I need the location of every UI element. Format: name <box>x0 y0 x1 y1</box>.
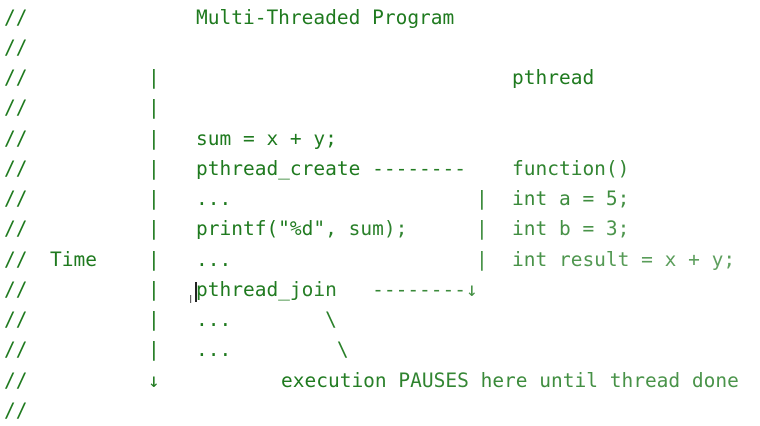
main-code: sum = x + y; <box>196 127 337 150</box>
main-code: pthread_create -------- <box>196 157 467 180</box>
comment-marker: // <box>4 369 28 392</box>
code-line-14: // <box>0 396 760 426</box>
thread-code: int a = 5; <box>512 187 630 210</box>
code-line-1: // Multi-Threaded Program <box>0 3 760 33</box>
time-axis-bar: | <box>148 248 160 271</box>
ibeam-pointer-icon: I <box>189 293 193 306</box>
program-title: Multi-Threaded Program <box>196 6 455 29</box>
connector-bar: | <box>476 187 488 210</box>
time-label: Time <box>50 248 97 271</box>
main-code: ... <box>196 248 232 271</box>
main-code: ... \ <box>196 338 349 361</box>
main-code: ... <box>196 187 232 210</box>
time-axis-bar: | <box>148 217 160 240</box>
time-axis-bar: | <box>148 308 160 331</box>
time-axis-bar: | <box>148 338 160 361</box>
time-axis-bar: | <box>148 66 160 89</box>
pthread-heading: pthread <box>512 66 595 89</box>
comment-marker: // <box>4 96 28 119</box>
code-line-4: // | <box>0 93 760 123</box>
comment-marker: // <box>4 338 28 361</box>
comment-marker: // <box>4 66 28 89</box>
comment-marker: // <box>4 6 28 29</box>
code-line-10: // | pthread_join --------↓ <box>0 275 760 305</box>
time-axis-bar: | <box>148 127 160 150</box>
comment-marker: // <box>4 217 28 240</box>
main-code: pthread_join --------↓ <box>196 278 478 301</box>
main-code: ... \ <box>196 308 337 331</box>
time-axis-bar: | <box>148 96 160 119</box>
code-line-8: // | printf("%d", sum); | int b = 3; <box>0 214 760 244</box>
comment-marker: // <box>4 399 28 422</box>
comment-marker: // <box>4 157 28 180</box>
comment-marker: // <box>4 278 28 301</box>
comment-marker: // <box>4 127 28 150</box>
code-line-6: // | pthread_create -------- function() <box>0 154 760 184</box>
connector-bar: | <box>476 217 488 240</box>
comment-marker: // <box>4 187 28 210</box>
thread-code: int b = 3; <box>512 217 630 240</box>
main-code: printf("%d", sum); <box>196 217 408 240</box>
code-line-11: // | ... \ <box>0 305 760 335</box>
comment-marker: // <box>4 308 28 331</box>
time-axis-bar: | <box>148 187 160 210</box>
comment-marker: // <box>4 248 28 271</box>
time-axis-arrow: ↓ <box>148 369 160 392</box>
time-axis-bar: | <box>148 157 160 180</box>
code-line-13: // ↓ execution PAUSES here until thread … <box>0 366 760 396</box>
code-line-2: // <box>0 33 760 63</box>
code-line-7: // | ... | int a = 5; <box>0 184 760 214</box>
code-line-5: // | sum = x + y; <box>0 124 760 154</box>
pause-note: execution PAUSES here until thread done <box>281 369 739 392</box>
thread-code: int result = x + y; <box>512 248 736 271</box>
code-line-9: // Time | ... | int result = x + y; <box>0 245 760 275</box>
comment-marker: // <box>4 36 28 59</box>
time-axis-bar: | <box>148 278 160 301</box>
thread-code: function() <box>512 157 630 180</box>
code-editor[interactable]: // Multi-Threaded Program // // | pthrea… <box>0 0 760 426</box>
code-line-3: // | pthread <box>0 63 760 93</box>
code-line-12: // | ... \ <box>0 335 760 365</box>
connector-bar: | <box>476 248 488 271</box>
text-cursor <box>195 282 197 302</box>
